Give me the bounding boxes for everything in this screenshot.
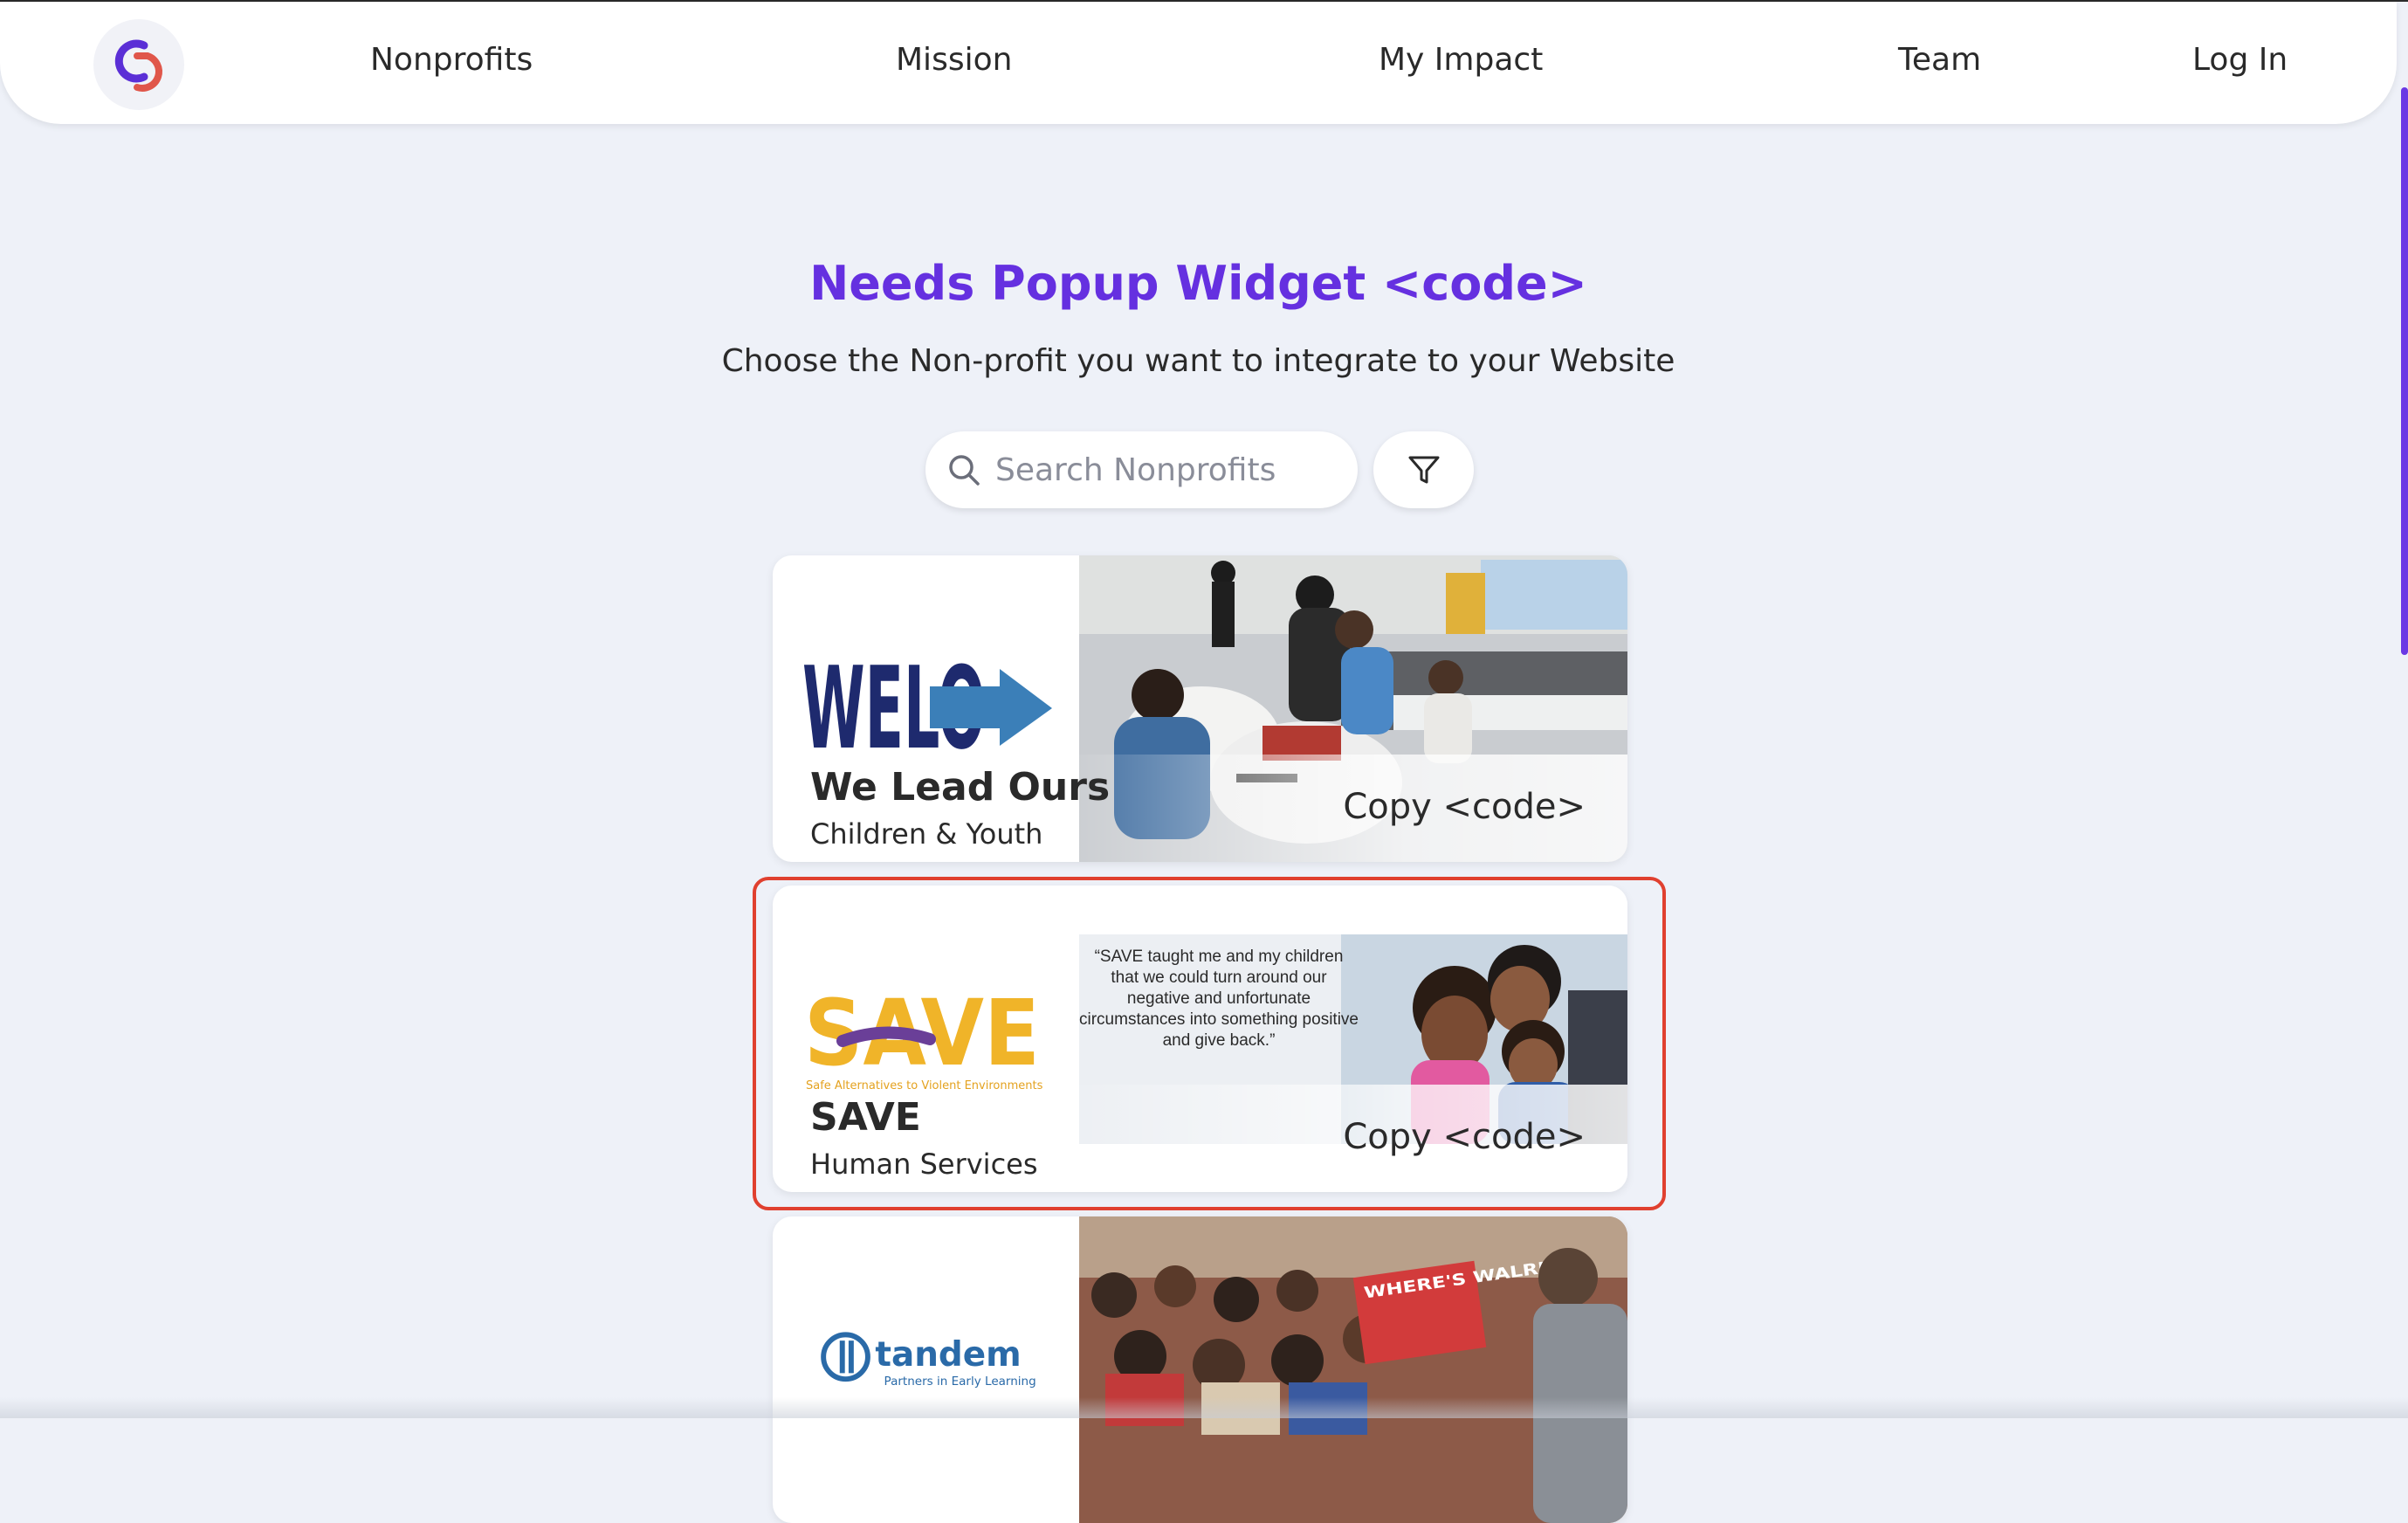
bottom-fade <box>0 1397 2408 1418</box>
page-title: Needs Popup Widget <code> <box>809 256 1587 311</box>
scrollbar-thumb[interactable] <box>2401 87 2408 655</box>
filter-icon <box>1408 456 1439 484</box>
nonprofit-card-we-lead-ours[interactable]: WELO We Lead Ours Children & Youth Copy … <box>773 555 1627 862</box>
selection-highlight <box>753 877 1666 1210</box>
nav-item-log-in[interactable]: Log In <box>2192 42 2288 78</box>
logo-icon <box>114 39 162 92</box>
org-category: Children & Youth <box>810 817 1043 851</box>
search-box <box>925 431 1358 508</box>
navbar: Nonprofits Mission My Impact Team Log In <box>0 2 2397 124</box>
nonprofit-card-tandem[interactable]: tandem Partners in Early Learning WHERE'… <box>773 1216 1627 1523</box>
org-name: We Lead Ours <box>810 765 1111 810</box>
welo-logo: WELO <box>802 643 1052 756</box>
tandem-logo-tagline: Partners in Early Learning <box>884 1375 1036 1389</box>
site-logo[interactable] <box>93 19 184 110</box>
nav-item-nonprofits[interactable]: Nonprofits <box>370 42 533 78</box>
card-photo-tandem: WHERE'S WALRUS? <box>1079 1216 1627 1523</box>
filter-button[interactable] <box>1373 431 1474 508</box>
nav-item-my-impact[interactable]: My Impact <box>1379 42 1543 78</box>
storytime-photo: WHERE'S WALRUS? <box>1079 1216 1627 1523</box>
nav-item-mission[interactable]: Mission <box>896 42 1012 78</box>
search-input[interactable] <box>994 431 1343 508</box>
search-icon <box>949 455 980 486</box>
copy-code-button[interactable]: Copy <code> <box>1343 787 1586 827</box>
page-subtitle: Choose the Non-profit you want to integr… <box>721 343 1675 379</box>
nav-item-team[interactable]: Team <box>1898 42 1981 78</box>
tandem-logo-text: tandem <box>875 1335 1021 1375</box>
tandem-logo: tandem Partners in Early Learning <box>821 1332 1036 1389</box>
